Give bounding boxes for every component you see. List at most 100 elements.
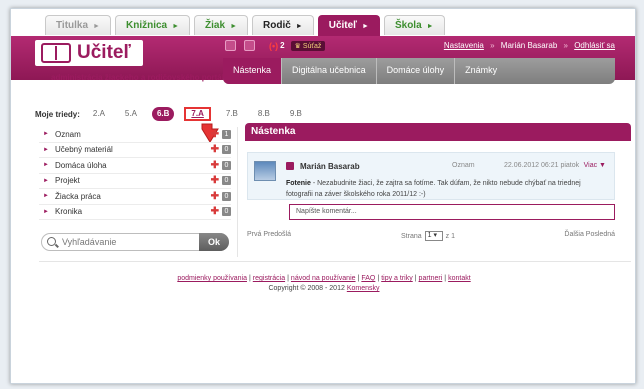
tab-ucitel[interactable]: Učiteľ ►: [317, 15, 380, 37]
tab-ziak[interactable]: Žiak ►: [194, 15, 248, 35]
logo-text: Učiteľ: [77, 42, 131, 63]
search-button[interactable]: Ok: [199, 233, 229, 251]
post-date: 22.06.2012 06:21 piatok: [504, 162, 580, 169]
class-5a[interactable]: 5.A: [120, 107, 142, 121]
tab-titulka[interactable]: Titulka ►: [45, 15, 111, 35]
arrow-right-icon: ►: [93, 23, 100, 30]
bullet-icon: ►: [43, 177, 49, 184]
sidebar-item-label: Kronika: [55, 207, 83, 217]
tab-domace-ulohy[interactable]: Domáce úlohy: [377, 58, 456, 84]
add-icon[interactable]: ✚: [211, 144, 219, 155]
comment-input[interactable]: Napíšte komentár...: [289, 204, 615, 220]
pager-prev[interactable]: Prvá Predošlá: [247, 231, 291, 238]
sidebar: ► Oznam ✚ 1 ► Učebný materiál ✚ 0 ► Domáca úloh…: [39, 127, 231, 220]
classes-label: Moje triedy:: [35, 109, 80, 119]
bullet-icon: ►: [43, 146, 49, 153]
pager-middle: Strana 1 ▾ z 1: [401, 231, 455, 241]
class-6b[interactable]: 6.B: [151, 107, 175, 121]
tab-nastenka[interactable]: Nástenka: [223, 58, 283, 84]
tab-digitalna-ucebnica[interactable]: Digitálna učebnica: [282, 58, 377, 84]
search-input[interactable]: Vyhľadávanie: [62, 237, 116, 247]
post-body: - Nezabudnite žiaci, že zajtra sa fotíme…: [286, 180, 581, 198]
arrow-right-icon: ►: [426, 23, 434, 30]
tab-skola[interactable]: Škola ►: [383, 15, 445, 35]
add-icon[interactable]: ✚: [211, 191, 219, 202]
post-lead: Fotenie: [286, 180, 311, 187]
page-total: z 1: [445, 232, 455, 240]
count-badge: 0: [222, 207, 231, 217]
class-7a[interactable]: 7.A: [184, 107, 211, 121]
logo[interactable]: Učiteľ: [35, 40, 143, 66]
add-icon[interactable]: ✚: [211, 129, 219, 140]
count-badge: 1: [222, 129, 231, 139]
arrow-right-icon: ►: [230, 23, 237, 30]
panel-title: Nástenka: [245, 123, 631, 141]
separator: |: [444, 275, 447, 282]
sutaz-button[interactable]: ♛ Súťaž: [290, 40, 326, 51]
footer-link[interactable]: partneri: [419, 275, 443, 282]
pager-next[interactable]: Ďalšia Posledná: [564, 231, 615, 238]
company-link[interactable]: Komensky: [347, 285, 380, 292]
footer: podmienky používania | registrácia | návod n…: [11, 274, 635, 294]
browser-page: Titulka ► Knižnica ► Žiak ► Rodič ► Učiteľ ► …: [10, 8, 636, 384]
book-icon: [41, 43, 71, 63]
arrow-right-icon: ►: [362, 23, 369, 30]
sutaz-label: Súťaž: [302, 42, 322, 50]
sidebar-item-label: Projekt: [55, 176, 80, 186]
logout-link[interactable]: Odhlásiť sa: [574, 41, 615, 50]
class-9b[interactable]: 9.B: [285, 107, 307, 121]
count-badge: 0: [222, 191, 231, 201]
sidebar-item-oznam[interactable]: ► Oznam ✚ 1: [39, 127, 231, 143]
footer-link[interactable]: kontakt: [448, 275, 471, 282]
add-icon[interactable]: ✚: [211, 175, 219, 186]
sidebar-item-projekt[interactable]: ► Projekt ✚ 0: [39, 174, 231, 189]
add-icon[interactable]: ✚: [211, 160, 219, 171]
post-author[interactable]: Marián Basarab: [300, 162, 360, 171]
add-icon[interactable]: ✚: [211, 206, 219, 217]
separator: |: [357, 275, 360, 282]
calendar-icon[interactable]: [244, 40, 255, 51]
page-select[interactable]: 1 ▾: [424, 231, 443, 241]
sidebar-item-label: Domáca úloha: [55, 160, 107, 170]
footer-link[interactable]: registrácia: [253, 275, 285, 282]
post-thumbnail[interactable]: [254, 161, 276, 181]
bullet-icon: ►: [43, 131, 49, 138]
pin-icon: [286, 162, 294, 170]
settings-link[interactable]: Nastavenia: [444, 41, 484, 50]
tab-label: Knižnica: [125, 20, 168, 31]
message-icon[interactable]: [225, 40, 236, 51]
sidebar-item-label: Učebný materiál: [55, 145, 113, 155]
count-badge: 0: [222, 160, 231, 170]
tab-label: Učiteľ: [328, 20, 358, 31]
tab-rodic[interactable]: Rodič ►: [252, 15, 314, 35]
class-8b[interactable]: 8.B: [253, 107, 275, 121]
class-7b[interactable]: 7.B: [221, 107, 243, 121]
tab-kniznica[interactable]: Knižnica ►: [114, 15, 191, 35]
tab-znamky[interactable]: Známky: [455, 58, 507, 84]
footer-link[interactable]: tipy a triky: [381, 275, 413, 282]
footer-link[interactable]: návod na používanie: [291, 275, 356, 282]
sidebar-item-ucebny-material[interactable]: ► Učebný materiál ✚ 0: [39, 143, 231, 158]
notification-count: 2: [280, 41, 285, 50]
post-text: Fotenie - Nezabudnite žiaci, že zajtra s…: [286, 178, 606, 200]
page-select-value: 1: [427, 232, 432, 239]
sidebar-item-ziacka-praca[interactable]: ► Žiacka práca ✚ 0: [39, 189, 231, 205]
bullet-icon: ►: [43, 193, 49, 200]
separator: |: [248, 275, 251, 282]
user-links: Nastavenia » Marián Basarab » Odhlásiť s…: [444, 41, 615, 50]
class-selector: Moje triedy: 2.A 5.A 6.B 7.A 7.B 8.B 9.B: [35, 107, 317, 121]
portal-tabs: Titulka ► Knižnica ► Žiak ► Rodič ► Učiteľ ► …: [45, 15, 449, 37]
sidebar-item-kronika[interactable]: ► Kronika ✚ 0: [39, 205, 231, 220]
footer-link[interactable]: FAQ: [361, 275, 375, 282]
footer-link[interactable]: podmienky používania: [177, 275, 247, 282]
tab-label: Žiak: [205, 20, 226, 31]
separator: »: [490, 41, 495, 50]
more-button[interactable]: Viac ▼: [584, 162, 606, 169]
separator: »: [563, 41, 568, 50]
count-badge: 0: [222, 176, 231, 186]
class-2a[interactable]: 2.A: [88, 107, 110, 121]
broadcast-icon[interactable]: (•): [269, 41, 278, 51]
sidebar-item-domaca-uloha[interactable]: ► Domáca úloha ✚ 0: [39, 158, 231, 174]
tab-label: Škola: [394, 20, 422, 31]
page-label: Strana: [401, 232, 422, 240]
